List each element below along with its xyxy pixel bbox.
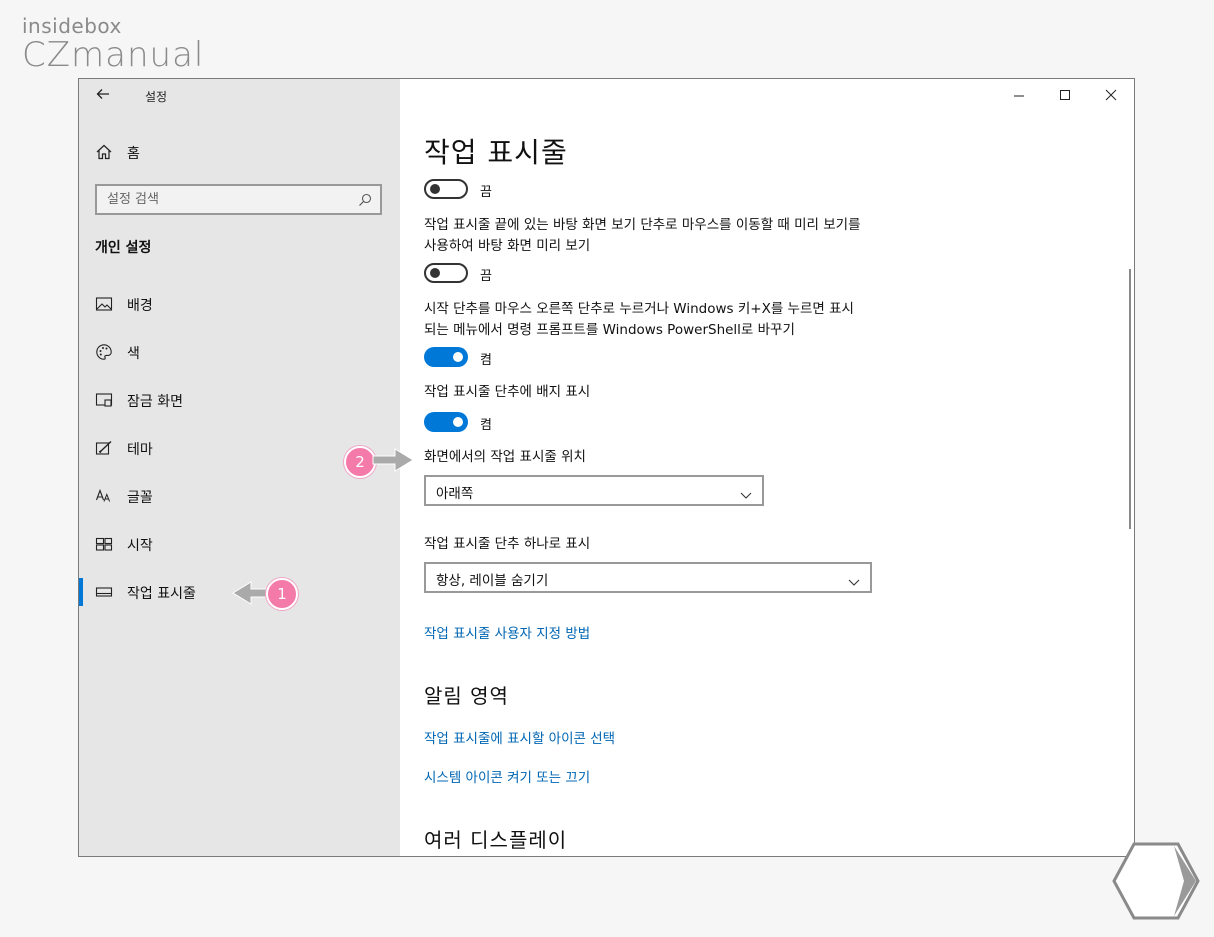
page-title: 작업 표시줄 (424, 136, 568, 169)
maximize-button[interactable] (1042, 79, 1088, 111)
combine-label: 작업 표시줄 단추 하나로 표시 (424, 536, 591, 552)
combine-buttons-dropdown[interactable]: 항상, 레이블 숨기기 (424, 562, 872, 593)
toggle-state-label: 켬 (480, 418, 492, 433)
toggle-knob (430, 268, 440, 278)
dropdown-value: 아래쪽 (436, 486, 474, 502)
search-icon[interactable] (358, 192, 372, 206)
notification-area-heading: 알림 영역 (424, 684, 509, 708)
sidebar-item-label: 글꼴 (127, 490, 153, 506)
sidebar-item-label: 시작 (127, 538, 153, 554)
sidebar-item-label: 홈 (127, 146, 140, 162)
toggle-state-label: 끔 (480, 269, 492, 284)
select-icons-link[interactable]: 작업 표시줄에 표시할 아이콘 선택 (424, 727, 615, 747)
brand-logo: insidebox CZmanual (22, 14, 204, 72)
setting-description: 작업 표시줄 끝에 있는 바탕 화면 보기 단추로 마우스를 이동할 때 미리 … (424, 217, 861, 254)
brand-big-text: CZmanual (22, 35, 205, 75)
sidebar-item-fonts[interactable]: 글꼴 (79, 482, 400, 510)
search-input[interactable] (97, 186, 357, 213)
chevron-down-icon (848, 572, 860, 586)
theme-icon (95, 439, 113, 457)
sidebar-item-label: 잠금 화면 (127, 394, 183, 410)
palette-icon (95, 343, 113, 361)
position-label: 화면에서의 작업 표시줄 위치 (424, 449, 586, 465)
picture-icon (95, 295, 113, 313)
setting-description: 작업 표시줄 단추에 배지 표시 (424, 384, 591, 400)
taskbar-position-dropdown[interactable]: 아래쪽 (424, 475, 764, 506)
settings-window: 설정 홈 개인 설정 배경 색 (78, 78, 1135, 857)
toggle-switch[interactable] (424, 179, 468, 199)
customize-taskbar-link[interactable]: 작업 표시줄 사용자 지정 방법 (424, 622, 590, 642)
font-icon (95, 487, 113, 505)
system-icons-link[interactable]: 시스템 아이콘 켜기 또는 끄기 (424, 766, 590, 786)
sidebar-item-label: 테마 (127, 442, 153, 458)
close-button[interactable] (1088, 79, 1134, 111)
sidebar-item-color[interactable]: 색 (79, 338, 400, 366)
hexagon-logo (1112, 842, 1200, 920)
scrollbar[interactable] (1129, 269, 1131, 529)
setting-description: 시작 단추를 마우스 오른쪽 단추로 누르거나 Windows 키+X를 누르면… (424, 301, 854, 338)
sidebar-item-lock-screen[interactable]: 잠금 화면 (79, 386, 400, 414)
main-content: 작업 표시줄 끔 작업 표시줄 끝에 있는 바탕 화면 보기 단추로 마우스를 … (400, 79, 1134, 856)
toggle-knob (453, 352, 463, 362)
sidebar-item-background[interactable]: 배경 (79, 290, 400, 318)
sidebar-item-label: 작업 표시줄 (127, 586, 196, 602)
minimize-button[interactable] (996, 79, 1042, 111)
annotation-arrow-2 (372, 448, 414, 472)
toggle-state-label: 켬 (480, 353, 492, 368)
toggle-state-label: 끔 (480, 185, 492, 200)
sidebar-item-label: 배경 (127, 298, 153, 314)
start-icon (95, 535, 113, 553)
back-arrow-icon[interactable] (95, 86, 115, 106)
chevron-down-icon (740, 485, 752, 499)
dropdown-value: 항상, 레이블 숨기기 (436, 573, 549, 589)
annotation-arrow-1 (232, 581, 270, 605)
sidebar-item-home[interactable]: 홈 (79, 139, 400, 165)
multiple-displays-heading: 여러 디스플레이 (424, 828, 568, 852)
sidebar-item-start[interactable]: 시작 (79, 530, 400, 558)
lock-screen-icon (95, 391, 113, 409)
toggle-knob (453, 417, 463, 427)
sidebar-item-label: 색 (127, 346, 140, 362)
annotation-badge-1: 1 (266, 578, 298, 610)
taskbar-icon (95, 583, 113, 601)
toggle-switch[interactable] (424, 263, 468, 283)
toggle-knob (430, 184, 440, 194)
section-heading: 개인 설정 (95, 240, 152, 256)
toggle-switch[interactable] (424, 412, 468, 432)
home-icon (95, 143, 113, 161)
app-title: 설정 (145, 90, 168, 104)
titlebar-left: 설정 (79, 79, 400, 113)
toggle-switch[interactable] (424, 347, 468, 367)
search-box[interactable] (95, 184, 382, 215)
